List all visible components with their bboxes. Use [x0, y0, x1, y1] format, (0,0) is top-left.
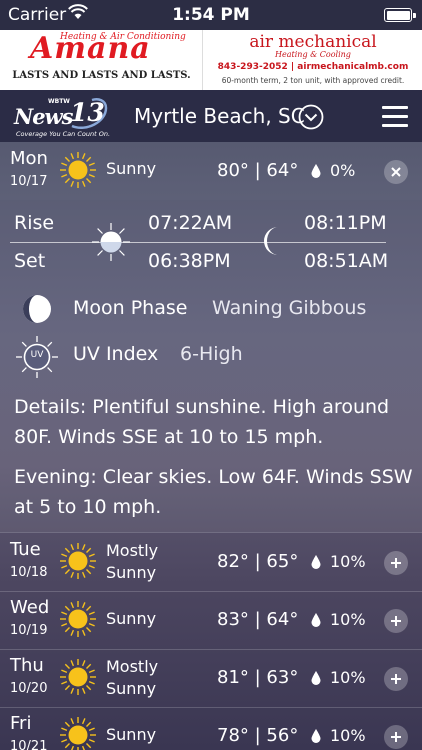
- sun-moon-divider: [10, 242, 386, 243]
- uv-icon-text: UV: [30, 350, 44, 360]
- day-detail-panel: Rise Set 07:22AM 06:38PM 08:11PM 08:51AM…: [0, 200, 422, 532]
- day-temps: 78° | 56°: [217, 725, 299, 746]
- forecast-row[interactable]: Thu 10/20 Mostly Sunny 81° | 63° 10%: [0, 649, 422, 707]
- evening-text: Evening: Clear skies. Low 64F. Winds SSW…: [14, 466, 413, 518]
- sun-icon: [60, 717, 96, 750]
- expand-button[interactable]: [384, 551, 408, 575]
- day-of-week: Tue: [10, 539, 41, 560]
- sun-icon: [60, 601, 96, 637]
- day-precip: 10%: [330, 610, 366, 629]
- forecast-row[interactable]: Tue 10/18 Mostly Sunny 82° | 65° 10%: [0, 533, 422, 591]
- forecast-row[interactable]: Fri 10/21 Sunny 78° | 56° 10%: [0, 707, 422, 750]
- moon-icon: [264, 227, 278, 255]
- battery-icon: [384, 8, 416, 22]
- ad-air-mechanical[interactable]: air mechanical Heating & Cooling 843-293…: [204, 30, 422, 90]
- ad-amana-logo: Amana: [30, 31, 151, 66]
- ad-amana[interactable]: Heating & Air Conditioning Amana LASTS A…: [0, 30, 203, 90]
- details-text: Details: Plentiful sunshine. High around…: [14, 396, 390, 448]
- news13-logo: WBTW News 13 Coverage You Can Count On.: [14, 96, 114, 138]
- plus-icon: [391, 616, 401, 626]
- ad-company-name: air mechanical: [249, 32, 377, 52]
- collapse-button[interactable]: [384, 160, 408, 184]
- rise-label: Rise: [14, 212, 55, 234]
- day-date: 10/20: [10, 681, 48, 696]
- day-of-week: Mon: [10, 148, 48, 169]
- uv-index-label: UV Index: [73, 343, 159, 365]
- sunrise-time: 07:22AM: [148, 212, 233, 234]
- day-temps: 80° | 64°: [217, 160, 299, 181]
- day-condition: Sunny: [106, 725, 157, 744]
- moonset-time: 08:51AM: [304, 250, 389, 272]
- day-precip: 10%: [330, 726, 366, 745]
- day-temps: 81° | 63°: [217, 667, 299, 688]
- forecast-row[interactable]: Wed 10/19 Sunny 83° | 64° 10%: [0, 591, 422, 649]
- ad-terms: 60-month term, 2 ton unit, with approved…: [221, 76, 405, 85]
- raindrop-icon: [311, 555, 321, 569]
- sun-icon: [60, 543, 96, 579]
- ad-contact: 843-293-2052 | airmechanicalmb.com: [217, 62, 409, 72]
- sunrise-icon: [92, 223, 130, 261]
- close-icon: [391, 167, 401, 177]
- raindrop-icon: [311, 729, 321, 743]
- day-of-week: Fri: [10, 713, 32, 734]
- moon-phase-value: Waning Gibbous: [212, 297, 367, 319]
- ad-company-sub: Heating & Cooling: [275, 50, 351, 59]
- logo-slogan: Coverage You Can Count On.: [16, 130, 111, 138]
- sun-icon: [60, 659, 96, 695]
- uv-index-value: 6-High: [180, 343, 243, 365]
- raindrop-icon: [311, 671, 321, 685]
- expand-button[interactable]: [384, 609, 408, 633]
- plus-icon: [391, 674, 401, 684]
- day-date: 10/17: [10, 174, 48, 189]
- day-precip: 10%: [330, 552, 366, 571]
- set-label: Set: [14, 250, 46, 272]
- day-precip: 10%: [330, 668, 366, 687]
- day-date: 10/19: [10, 623, 48, 638]
- day-row-today[interactable]: Mon 10/17 Sunny 80° | 64° 0%: [0, 142, 422, 200]
- moon-phase-icon: [23, 295, 51, 323]
- logo-news: News: [14, 104, 73, 129]
- moon-phase-label: Moon Phase: [73, 297, 188, 319]
- raindrop-icon: [311, 613, 321, 627]
- uv-index-icon: UV: [14, 334, 60, 380]
- expand-button[interactable]: [384, 667, 408, 691]
- plus-icon: [391, 732, 401, 742]
- ad-banner[interactable]: Heating & Air Conditioning Amana LASTS A…: [0, 30, 422, 90]
- day-of-week: Thu: [10, 655, 44, 676]
- day-date: 10/21: [10, 739, 48, 750]
- sun-icon: [60, 152, 96, 188]
- sunset-time: 06:38PM: [148, 250, 231, 272]
- day-condition: Mostly Sunny: [106, 541, 159, 582]
- clock: 1:54 PM: [172, 5, 250, 25]
- status-bar: Carrier 1:54 PM: [0, 0, 422, 30]
- day-temps: 82° | 65°: [217, 551, 299, 572]
- weather-app: Carrier 1:54 PM Heating & Air Conditioni…: [0, 0, 422, 750]
- day-condition: Sunny: [106, 609, 157, 628]
- app-header: WBTW News 13 Coverage You Can Count On. …: [0, 90, 422, 142]
- plus-icon: [391, 558, 401, 568]
- moonrise-time: 08:11PM: [304, 212, 387, 234]
- day-temps: 83° | 64°: [217, 609, 299, 630]
- raindrop-icon: [311, 164, 321, 178]
- logo-number: 13: [70, 98, 105, 127]
- day-date: 10/18: [10, 565, 48, 580]
- day-condition: Mostly Sunny: [106, 657, 159, 698]
- ad-amana-tagline: LASTS AND LASTS AND LASTS.: [12, 70, 191, 81]
- expand-button[interactable]: [384, 725, 408, 749]
- day-condition: Sunny: [106, 159, 157, 178]
- menu-icon[interactable]: [382, 106, 408, 127]
- day-precip: 0%: [330, 161, 356, 180]
- location-selector[interactable]: Myrtle Beach, SC: [134, 104, 305, 128]
- chevron-down-icon[interactable]: [298, 104, 324, 130]
- day-of-week: Wed: [10, 597, 50, 618]
